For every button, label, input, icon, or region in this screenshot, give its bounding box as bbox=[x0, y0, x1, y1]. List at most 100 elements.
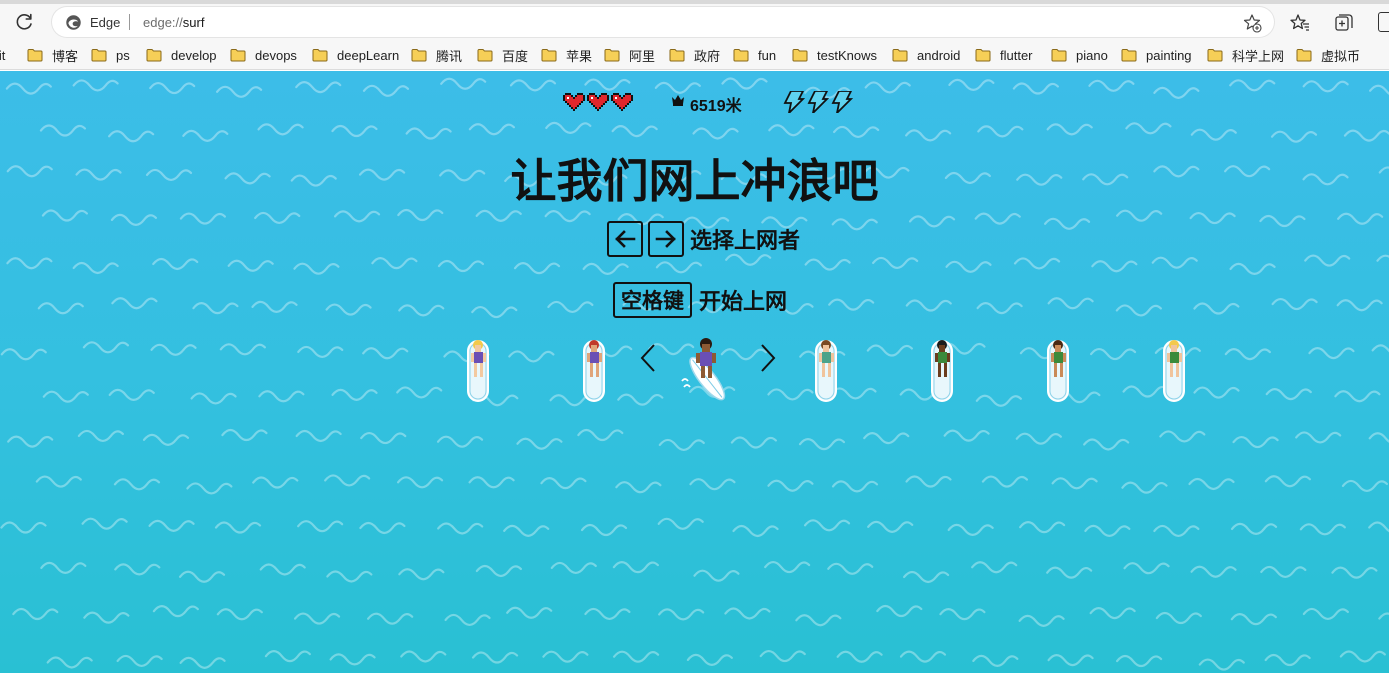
tan-man-surfer[interactable] bbox=[1042, 337, 1074, 403]
dark-skin-man-surfer[interactable] bbox=[926, 337, 958, 403]
wave-mark bbox=[152, 257, 199, 271]
wave-mark bbox=[1230, 613, 1277, 626]
wave-mark bbox=[72, 261, 119, 275]
bookmark-item[interactable]: 虚拟币 bbox=[1296, 46, 1360, 64]
bookmark-item[interactable]: ps bbox=[91, 46, 130, 64]
heart-icon bbox=[587, 91, 609, 116]
edge-logo-icon bbox=[66, 15, 81, 30]
space-key[interactable]: 空格键 bbox=[613, 282, 692, 318]
wave-mark bbox=[468, 123, 516, 136]
wave-mark bbox=[544, 210, 591, 223]
bookmark-item[interactable]: develop bbox=[146, 46, 217, 64]
wave-mark bbox=[1015, 432, 1062, 445]
curly-woman-surfer[interactable] bbox=[680, 337, 732, 405]
wave-mark bbox=[584, 78, 631, 91]
wave-mark bbox=[219, 343, 266, 356]
wave-mark bbox=[905, 299, 952, 312]
previous-surfer-chevron-icon[interactable] bbox=[638, 343, 658, 373]
right-arrow-key[interactable] bbox=[648, 221, 684, 257]
bookmark-item[interactable]: 腾讯 bbox=[411, 46, 462, 64]
bookmark-label: testKnows bbox=[817, 47, 877, 63]
wave-mark bbox=[437, 259, 485, 273]
url-text[interactable]: edge://surf bbox=[143, 15, 204, 30]
wave-mark bbox=[39, 124, 87, 137]
folder-icon bbox=[975, 49, 991, 62]
wave-mark bbox=[114, 563, 161, 576]
wave-mark bbox=[295, 429, 342, 443]
bookmark-item[interactable]: devops bbox=[230, 46, 297, 64]
bookmark-item[interactable]: 博客 bbox=[27, 46, 78, 64]
brown-hair-surfer[interactable] bbox=[810, 337, 842, 403]
bookmark-item[interactable]: android bbox=[892, 46, 960, 64]
address-bar[interactable]: Edge edge://surf bbox=[52, 7, 1274, 37]
folder-icon bbox=[146, 49, 162, 62]
reload-icon[interactable] bbox=[12, 10, 36, 34]
favorites-icon[interactable] bbox=[1289, 12, 1311, 34]
wave-mark bbox=[264, 650, 311, 663]
collections-icon[interactable] bbox=[1333, 12, 1355, 34]
wave-mark bbox=[767, 479, 814, 492]
wave-mark bbox=[1339, 650, 1386, 663]
left-arrow-key[interactable] bbox=[607, 221, 643, 257]
add-favorite-icon[interactable] bbox=[1242, 13, 1262, 33]
wave-mark bbox=[1337, 212, 1384, 225]
bookmark-item[interactable]: deepLearn bbox=[312, 46, 399, 64]
wave-mark bbox=[1190, 128, 1237, 141]
boosts-display bbox=[783, 90, 854, 118]
bookmark-item[interactable]: 政府 bbox=[669, 46, 720, 64]
bookmark-item[interactable]: 阿里 bbox=[604, 46, 655, 64]
wave-mark bbox=[178, 570, 226, 583]
bookmark-label: devops bbox=[255, 47, 297, 63]
wave-mark bbox=[331, 124, 378, 138]
wave-mark bbox=[1125, 122, 1172, 135]
wave-mark bbox=[833, 125, 880, 139]
wave-mark bbox=[1159, 430, 1206, 443]
bookmark-item[interactable]: painting bbox=[1121, 46, 1192, 64]
wave-mark bbox=[724, 607, 771, 620]
wave-mark bbox=[152, 605, 199, 618]
next-surfer-chevron-icon[interactable] bbox=[758, 343, 778, 373]
lightning-bolt-icon bbox=[783, 90, 806, 118]
surf-game-canvas[interactable]: 6519米 让我们网上冲浪吧 选择上网者 空格键 开始上网 bbox=[0, 71, 1389, 673]
wave-mark bbox=[1193, 302, 1240, 315]
crown-icon bbox=[672, 95, 684, 106]
bookmark-item[interactable]: testKnows bbox=[792, 46, 877, 64]
wave-mark bbox=[693, 569, 740, 582]
wave-mark bbox=[113, 478, 161, 491]
wave-mark bbox=[397, 208, 444, 222]
bookmark-item[interactable]: 科学上网 bbox=[1207, 46, 1284, 64]
folder-icon bbox=[1121, 49, 1137, 62]
wave-mark bbox=[655, 261, 702, 274]
blonde-man-surfer[interactable] bbox=[1158, 337, 1190, 403]
wave-mark bbox=[905, 475, 952, 488]
bookmark-item[interactable]: flutter bbox=[975, 46, 1033, 64]
more-menu-edge[interactable] bbox=[1378, 12, 1389, 34]
browser-toolbar: Edge edge://surf bbox=[0, 4, 1389, 40]
wave-mark bbox=[72, 79, 119, 92]
wave-mark bbox=[1189, 211, 1236, 225]
bookmark-label: 虚拟币 bbox=[1321, 48, 1361, 64]
wave-mark bbox=[1083, 438, 1130, 451]
blonde-woman-surfer[interactable] bbox=[462, 337, 494, 403]
bookmark-item[interactable]: 苹果 bbox=[541, 46, 592, 64]
wave-mark bbox=[1089, 347, 1137, 361]
bookmark-item[interactable]: fun bbox=[733, 46, 776, 64]
redhead-woman-surfer[interactable] bbox=[578, 337, 610, 403]
wave-mark bbox=[1299, 523, 1346, 536]
wave-mark bbox=[584, 607, 631, 621]
wave-mark bbox=[1343, 129, 1389, 142]
wave-mark bbox=[506, 606, 553, 619]
bookmark-item[interactable]: lit bbox=[0, 46, 5, 64]
folder-icon bbox=[312, 49, 328, 62]
wave-mark bbox=[1230, 522, 1278, 535]
bookmark-item[interactable]: piano bbox=[1051, 46, 1108, 64]
wave-mark bbox=[1259, 214, 1306, 228]
wave-mark bbox=[508, 350, 555, 363]
wave-mark bbox=[362, 347, 409, 360]
wave-mark bbox=[1153, 524, 1200, 538]
wave-mark bbox=[1121, 481, 1168, 494]
wave-mark bbox=[542, 650, 589, 663]
wave-mark bbox=[471, 305, 518, 319]
wave-mark bbox=[221, 428, 268, 442]
bookmark-item[interactable]: 百度 bbox=[477, 46, 528, 64]
